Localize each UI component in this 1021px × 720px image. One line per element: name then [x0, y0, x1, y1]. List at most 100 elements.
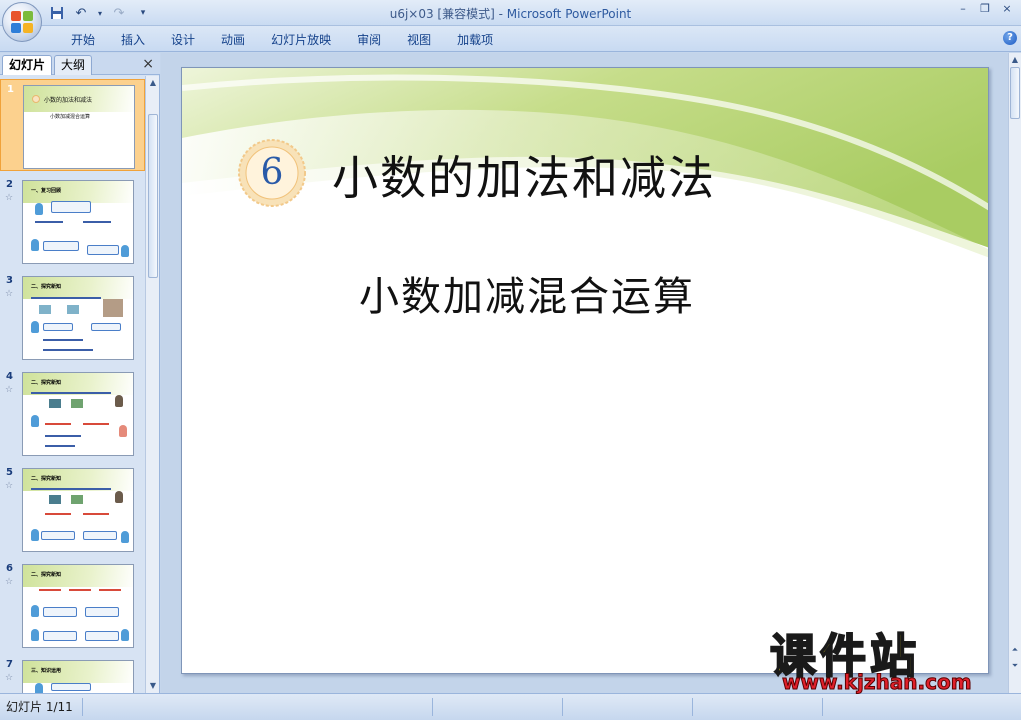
thumbnail-line	[35, 221, 63, 223]
slide-thumbnail-3[interactable]: 3 ☆ 二、探究新知	[0, 271, 145, 363]
thumbnail-heading: 二、探究新知	[31, 572, 62, 578]
thumbnail-preview: 小数的加法和减法 小数加减混合运算	[23, 85, 135, 169]
slide-subtitle[interactable]: 小数加减混合运算	[359, 264, 695, 322]
thumbnail-line	[31, 392, 111, 394]
next-slide-icon[interactable]: ⏷	[1009, 659, 1021, 673]
slide-thumbnail-2[interactable]: 2 ☆ 一、复习回顾	[0, 175, 145, 267]
tab-slide-show[interactable]: 幻灯片放映	[258, 31, 344, 49]
slide-thumbnail-4[interactable]: 4 ☆ 二、探究新知	[0, 367, 145, 459]
tab-slides[interactable]: 幻灯片	[2, 55, 53, 75]
animation-star-icon: ☆	[5, 673, 14, 683]
status-bar: 幻灯片 1/11	[0, 693, 1021, 720]
thumbnail-figure	[121, 629, 129, 641]
window-title: u6j×03 [兼容模式] - Microsoft PowerPoint	[0, 5, 1021, 22]
thumbnail-box	[41, 531, 75, 540]
help-icon[interactable]: ?	[1003, 31, 1017, 45]
status-divider	[822, 698, 823, 716]
slide-thumbnails: 1 小数的加法和减法 小数加减混合运算 2 ☆ 一、复习回顾 3 ☆ 二、探究新…	[0, 76, 145, 693]
chapter-number: 6	[260, 152, 284, 193]
slide-number: 7	[6, 659, 13, 670]
thumbnail-figure	[31, 629, 39, 641]
tab-animations[interactable]: 动画	[208, 31, 258, 49]
ribbon-tabs-bar: 开始 插入 设计 动画 幻灯片放映 审阅 视图 加载项 ?	[0, 26, 1021, 52]
status-divider	[82, 698, 83, 716]
office-logo-icon	[11, 11, 33, 33]
current-slide[interactable]: 6 小数的加法和减法 小数加减混合运算	[181, 67, 989, 674]
thumbnail-box	[85, 607, 119, 617]
office-button[interactable]	[2, 2, 42, 42]
thumbnail-box	[43, 607, 77, 617]
thumbnail-line	[45, 435, 81, 437]
animation-star-icon: ☆	[5, 577, 14, 587]
minimize-button[interactable]: –	[953, 2, 973, 18]
close-pane-icon[interactable]: ×	[142, 56, 154, 72]
thumbnail-heading: 二、探究新知	[31, 476, 62, 482]
thumbnail-line	[43, 339, 83, 341]
ribbon-tabs: 开始 插入 设计 动画 幻灯片放映 审阅 视图 加载项	[58, 31, 506, 49]
thumbnail-picture	[39, 305, 51, 314]
thumbnail-title: 小数的加法和减法	[44, 97, 93, 104]
slide-number: 5	[6, 467, 13, 478]
tab-design[interactable]: 设计	[158, 31, 208, 49]
thumbnail-preview: 二、探究新知	[22, 564, 134, 648]
slide-thumbnail-5[interactable]: 5 ☆ 二、探究新知	[0, 463, 145, 555]
previous-slide-icon[interactable]: ⏶	[1009, 643, 1021, 657]
thumbnail-heading: 二、探究新知	[31, 380, 62, 386]
slide-thumbnail-7[interactable]: 7 ☆ 三、知识运用	[0, 655, 145, 693]
tab-review[interactable]: 审阅	[344, 31, 394, 49]
thumbnail-picture	[49, 495, 61, 504]
status-divider	[692, 698, 693, 716]
pane-tabs: 幻灯片 大纲 ×	[0, 53, 160, 75]
scroll-up-icon[interactable]: ▲	[1009, 53, 1021, 67]
scroll-down-icon[interactable]: ▼	[146, 679, 160, 693]
slides-pane: 幻灯片 大纲 × 1 小数的加法和减法 小数加减混合运算 2 ☆ 一、复习回顾	[0, 53, 160, 693]
thumbnail-figure	[31, 321, 39, 333]
thumbnail-heading: 三、知识运用	[31, 668, 62, 674]
thumbnail-line	[31, 488, 111, 490]
thumbnail-figure	[31, 605, 39, 617]
watermark-url: www.kjzhan.com	[782, 670, 973, 695]
slide-title[interactable]: 小数的加法和减法	[332, 142, 716, 208]
tab-insert[interactable]: 插入	[108, 31, 158, 49]
slide-thumbnail-1[interactable]: 1 小数的加法和减法 小数加减混合运算	[0, 79, 145, 171]
thumbnail-preview: 二、探究新知	[22, 276, 134, 360]
tab-outline[interactable]: 大纲	[54, 55, 93, 75]
slide-counter: 幻灯片 1/11	[6, 700, 73, 714]
watermark: 课件站 www.kjzhan.com	[769, 620, 1005, 695]
title-separator: -	[494, 7, 507, 21]
thumbnail-preview: 三、知识运用	[22, 660, 134, 693]
animation-star-icon: ☆	[5, 289, 14, 299]
animation-star-icon: ☆	[5, 385, 14, 395]
scroll-up-icon[interactable]: ▲	[146, 76, 160, 90]
tab-add-ins[interactable]: 加载项	[444, 31, 506, 49]
slide-number: 4	[6, 371, 13, 382]
restore-button[interactable]: ❐	[975, 2, 995, 18]
slide-number: 6	[6, 563, 13, 574]
scrollbar-thumb[interactable]	[148, 114, 158, 278]
thumbnail-line	[43, 349, 93, 351]
thumbnail-box	[43, 631, 77, 641]
tab-home[interactable]: 开始	[58, 31, 108, 49]
slide-scrollbar[interactable]: ▲ ⏶ ⏷	[1008, 53, 1021, 693]
close-button[interactable]: ×	[997, 2, 1017, 18]
thumbnail-heading: 一、复习回顾	[31, 188, 62, 194]
thumbnail-red-line	[45, 423, 71, 425]
animation-star-icon: ☆	[5, 481, 14, 491]
title-bar: ↶ ▾ ↷ ▾ u6j×03 [兼容模式] - Microsoft PowerP…	[0, 0, 1021, 26]
scrollbar-thumb[interactable]	[1010, 67, 1020, 119]
slide-number: 3	[6, 275, 13, 286]
status-divider	[562, 698, 563, 716]
thumbnail-box	[43, 323, 73, 331]
thumbnail-red-line	[83, 513, 109, 515]
thumbnail-box	[87, 245, 119, 255]
slide-thumbnail-6[interactable]: 6 ☆ 二、探究新知	[0, 559, 145, 651]
thumbnail-picture	[71, 495, 83, 504]
thumbnail-picture	[49, 399, 61, 408]
tab-view[interactable]: 视图	[394, 31, 444, 49]
thumbnails-scrollbar[interactable]: ▲ ▼	[145, 76, 159, 693]
thumbnail-photo	[103, 299, 123, 317]
thumbnail-line	[45, 445, 75, 447]
file-name: u6j×03 [兼容模式]	[389, 7, 495, 21]
thumbnail-box	[51, 201, 91, 213]
slide-number: 2	[6, 179, 13, 190]
